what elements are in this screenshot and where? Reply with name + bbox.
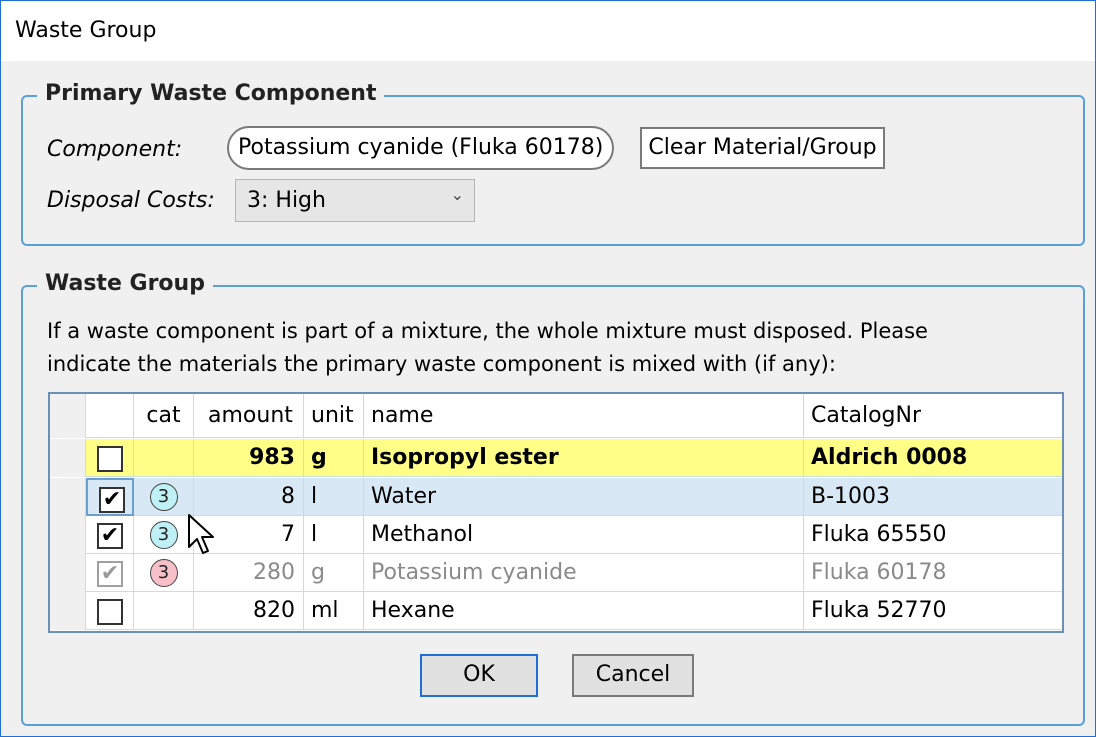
row-selector[interactable]	[50, 592, 86, 630]
waste-group-description: If a waste component is part of a mixtur…	[47, 315, 1047, 381]
header-unit[interactable]: unit	[304, 394, 364, 438]
waste-group-legend: Waste Group	[37, 271, 213, 296]
table-row[interactable]: 983 g Isopropyl ester Aldrich 0008	[50, 439, 1062, 477]
clear-material-button[interactable]: Clear Material/Group	[640, 127, 885, 169]
checkmark-icon[interactable]: ✔	[99, 487, 125, 513]
header-check	[86, 394, 134, 438]
waste-group-section: Waste Group If a waste component is part…	[21, 271, 1085, 726]
row-selector[interactable]	[50, 478, 86, 516]
row-check-cell[interactable]	[86, 592, 134, 630]
unit-cell[interactable]: l	[304, 478, 364, 516]
description-line-1: If a waste component is part of a mixtur…	[47, 319, 928, 343]
category-badge: 3	[149, 521, 178, 549]
header-name[interactable]: name	[364, 394, 804, 438]
row-check-cell: ✔	[86, 554, 134, 592]
waste-group-dialog: Waste Group Primary Waste Component Comp…	[0, 0, 1096, 737]
description-line-2: indicate the materials the primary waste…	[47, 352, 836, 376]
amount-cell[interactable]: 820	[194, 592, 304, 630]
cat-cell: 3	[134, 478, 194, 516]
disposal-value: 3: High	[247, 188, 326, 213]
unit-cell: g	[304, 554, 364, 592]
cancel-button[interactable]: Cancel	[572, 654, 694, 697]
table-row[interactable]: ✔ 3 8 l Water B-1003	[50, 478, 1062, 516]
row-selector[interactable]	[50, 439, 86, 477]
catalog-cell[interactable]: Fluka 52770	[804, 592, 1062, 630]
name-cell: Potassium cyanide	[364, 554, 804, 592]
amount-cell[interactable]: 983	[194, 439, 304, 477]
row-check-cell[interactable]: ✔	[86, 478, 134, 516]
row-selector[interactable]	[50, 554, 86, 592]
unit-cell[interactable]: ml	[304, 592, 364, 630]
component-label: Component:	[47, 137, 183, 162]
category-badge: 3	[149, 483, 178, 511]
name-cell[interactable]: Water	[364, 478, 804, 516]
catalog-cell[interactable]: Aldrich 0008	[804, 439, 1062, 477]
header-catalognr[interactable]: CatalogNr	[804, 394, 1062, 438]
catalog-cell: Fluka 60178	[811, 560, 947, 585]
primary-waste-group: Primary Waste Component Component: Potas…	[21, 81, 1085, 246]
name-cell[interactable]: Isopropyl ester	[364, 439, 804, 477]
header-cat[interactable]: cat	[134, 394, 194, 438]
disposal-label: Disposal Costs:	[47, 188, 215, 213]
cat-cell	[134, 439, 194, 477]
window-title: Waste Group	[15, 18, 157, 43]
unit-cell[interactable]: g	[304, 439, 364, 477]
unit-cell[interactable]: l	[304, 516, 364, 554]
disposal-costs-select[interactable]: 3: High ⌄	[235, 179, 475, 222]
row-check-cell[interactable]	[86, 439, 134, 477]
mouse-pointer-icon	[188, 514, 214, 554]
table-row[interactable]: ✔ 3 280 g Potassium cyanide Fluka 60178	[50, 554, 1062, 592]
category-badge: 3	[149, 559, 178, 587]
name-cell[interactable]: Hexane	[364, 592, 804, 630]
header-selector	[50, 394, 86, 438]
title-bar: Waste Group	[1, 1, 1095, 61]
ok-button[interactable]: OK	[420, 654, 538, 697]
name-cell[interactable]: Methanol	[364, 516, 804, 554]
catalog-cell[interactable]: B-1003	[804, 478, 1062, 516]
chevron-down-icon: ⌄	[450, 185, 464, 204]
grid-header: cat amount unit name CatalogNr	[50, 394, 1062, 438]
primary-legend: Primary Waste Component	[37, 81, 385, 106]
row-checkbox[interactable]	[97, 446, 123, 472]
catalog-cell[interactable]: Fluka 65550	[804, 516, 1062, 554]
amount-cell: 280	[194, 554, 304, 592]
cat-cell	[134, 592, 194, 630]
header-amount[interactable]: amount	[194, 394, 304, 438]
row-checkbox[interactable]	[97, 599, 123, 625]
row-selector[interactable]	[50, 516, 86, 554]
cat-cell: 3	[134, 554, 194, 592]
cat-cell: 3	[134, 516, 194, 554]
row-check-cell[interactable]: ✔	[86, 516, 134, 554]
checkmark-icon[interactable]: ✔	[97, 523, 123, 549]
component-field[interactable]: Potassium cyanide (Fluka 60178)	[227, 126, 615, 170]
table-row[interactable]: 820 ml Hexane Fluka 52770	[50, 592, 1062, 630]
checkmark-icon: ✔	[97, 561, 123, 587]
amount-cell[interactable]: 8	[194, 478, 304, 516]
